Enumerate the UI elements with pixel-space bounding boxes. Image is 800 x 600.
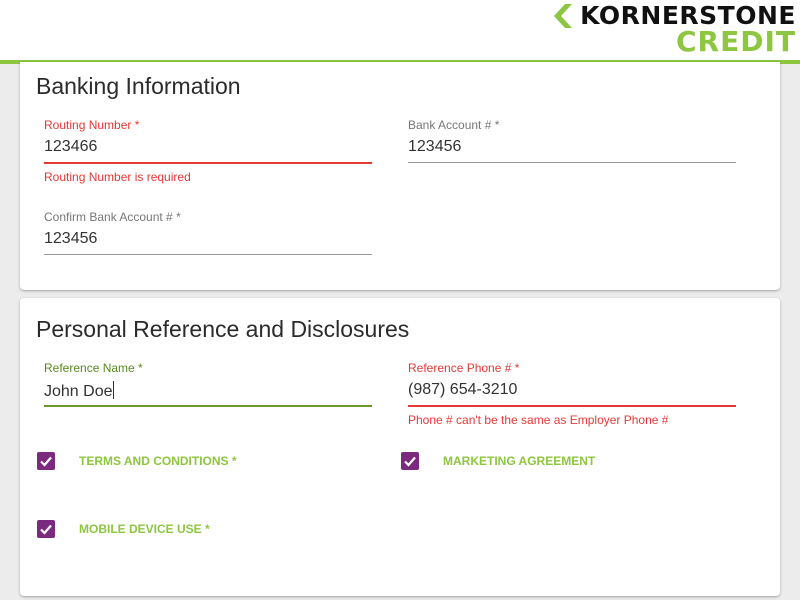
reference-phone-label: Reference Phone # * — [408, 361, 520, 375]
reference-section-title: Personal Reference and Disclosures — [36, 316, 410, 342]
confirm-bank-account-label: Confirm Bank Account # * — [44, 210, 181, 224]
terms-and-conditions-checkbox[interactable]: TERMS AND CONDITIONS * — [37, 452, 237, 470]
reference-phone-input[interactable]: (987) 654-3210 — [408, 381, 517, 399]
personal-reference-card: Personal Reference and Disclosures Refer… — [20, 298, 780, 596]
reference-phone-error: Phone # can't be the same as Employer Ph… — [408, 413, 669, 427]
reference-phone-underline — [408, 405, 736, 407]
marketing-agreement-label[interactable]: MARKETING AGREEMENT — [443, 454, 595, 468]
bank-account-label: Bank Account # * — [408, 118, 500, 132]
confirm-bank-account-underline — [44, 254, 372, 255]
banking-section-title: Banking Information — [36, 73, 241, 99]
checkbox-checked-icon[interactable] — [401, 452, 419, 470]
checkbox-checked-icon[interactable] — [37, 520, 55, 538]
chevron-left-logo-icon — [554, 4, 572, 28]
confirm-bank-account-input[interactable]: 123456 — [44, 230, 97, 248]
reference-name-underline — [44, 405, 372, 407]
bank-account-input[interactable]: 123456 — [408, 138, 461, 156]
bank-account-underline — [408, 162, 736, 163]
routing-number-error: Routing Number is required — [44, 170, 191, 184]
mobile-device-use-label[interactable]: MOBILE DEVICE USE * — [79, 522, 210, 536]
marketing-agreement-checkbox[interactable]: MARKETING AGREEMENT — [401, 452, 595, 470]
routing-number-label: Routing Number * — [44, 118, 140, 132]
mobile-device-use-checkbox[interactable]: MOBILE DEVICE USE * — [37, 520, 210, 538]
checkbox-checked-icon[interactable] — [37, 452, 55, 470]
banking-information-card: Banking Information Routing Number * 123… — [20, 62, 780, 290]
text-caret — [112, 381, 114, 399]
reference-name-input[interactable]: John Doe — [44, 381, 114, 401]
routing-number-underline — [44, 162, 372, 164]
app-header: KORNERSTONE CREDIT — [0, 0, 800, 60]
terms-and-conditions-label[interactable]: TERMS AND CONDITIONS * — [79, 454, 237, 468]
routing-number-input[interactable]: 123466 — [44, 138, 97, 156]
kornerstone-credit-logo: KORNERSTONE CREDIT — [552, 0, 796, 58]
reference-name-value: John Doe — [44, 383, 113, 400]
logo-text-bottom: CREDIT — [676, 25, 796, 58]
reference-name-label: Reference Name * — [44, 361, 143, 375]
